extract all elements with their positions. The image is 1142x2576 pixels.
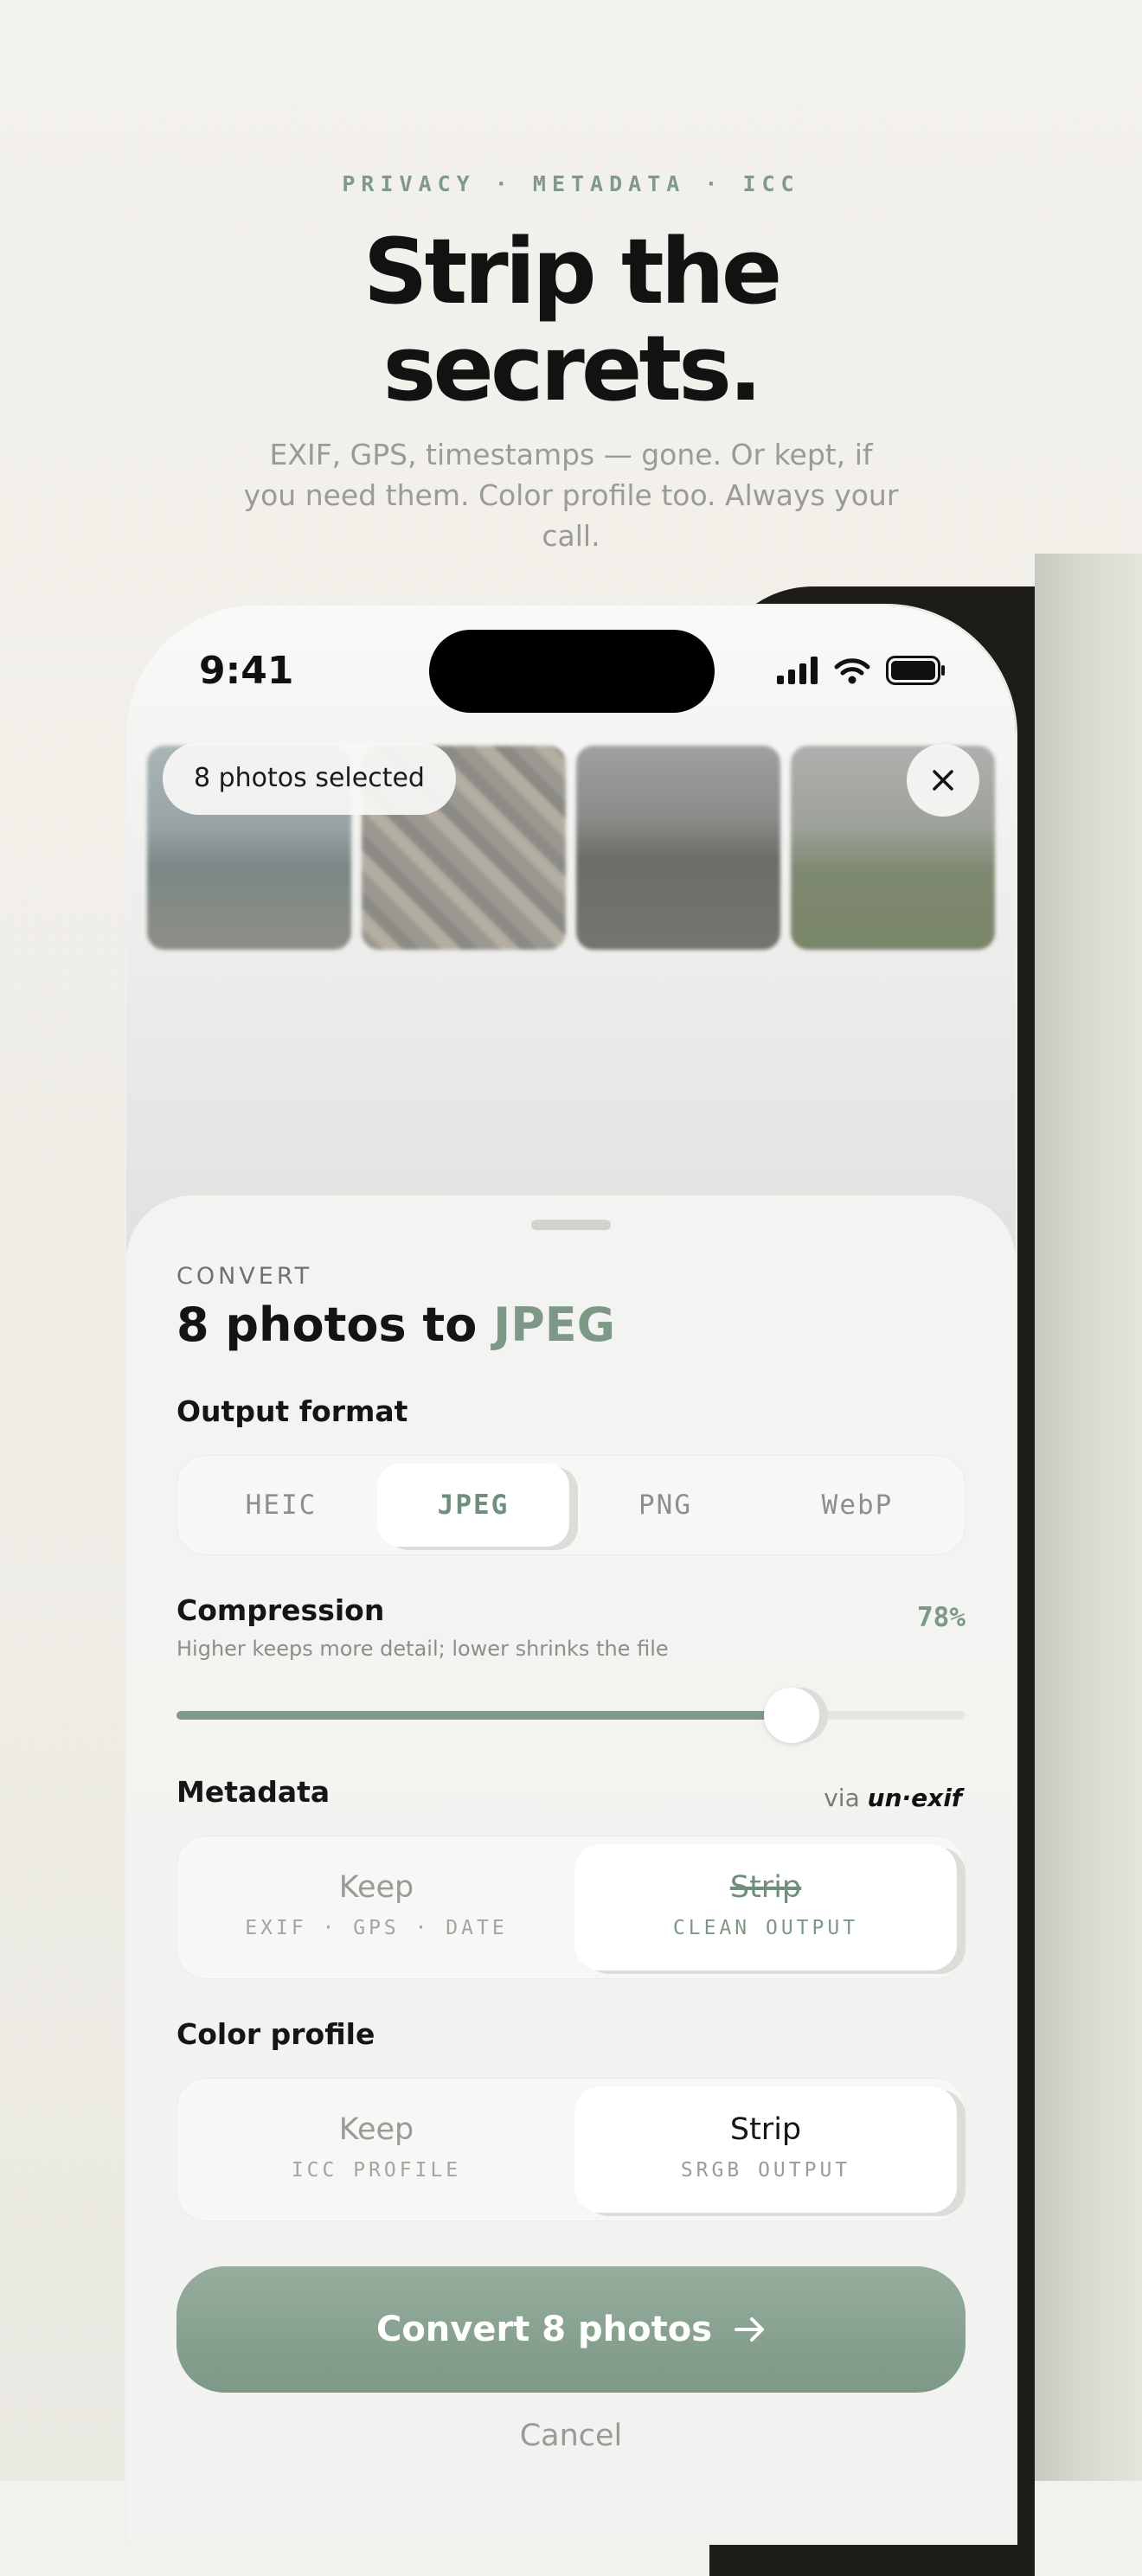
color-profile-keep-sub: ICC PROFILE (291, 2159, 462, 2182)
close-button[interactable] (907, 744, 979, 817)
color-profile-strip-label: Strip (729, 2112, 802, 2147)
metadata-segmented: Keep EXIF · GPS · DATE Strip CLEAN OUTPU… (176, 1836, 966, 1979)
output-format-label: Output format (176, 1394, 408, 1428)
convert-button[interactable]: Convert 8 photos (176, 2266, 966, 2393)
metadata-provider: via un·exif (824, 1784, 962, 1812)
metadata-keep-option[interactable]: Keep EXIF · GPS · DATE (185, 1844, 568, 1970)
color-profile-segmented: Keep ICC PROFILE Strip SRGB OUTPUT (176, 2078, 966, 2221)
photo-thumbnail[interactable] (576, 746, 780, 950)
compression-hint: Higher keeps more detail; lower shrinks … (176, 1637, 669, 1661)
convert-button-label: Convert 8 photos (375, 2310, 713, 2349)
arrow-right-icon (735, 2317, 765, 2342)
metadata-strip-sub: CLEAN OUTPUT (672, 1917, 859, 1939)
close-icon (933, 770, 953, 791)
convert-sheet: CONVERT 8 photos to JPEG Output format H… (126, 1195, 1016, 2543)
status-icons (777, 656, 946, 685)
selection-count-pill: 8 photos selected (163, 742, 456, 815)
sheet-grabber[interactable] (531, 1220, 611, 1230)
via-prefix: via (824, 1784, 860, 1812)
cancel-button[interactable]: Cancel (126, 2419, 1016, 2453)
signal-icon (777, 657, 818, 684)
color-profile-label: Color profile (176, 2017, 375, 2051)
metadata-keep-label: Keep (338, 1870, 414, 1905)
sheet-title-format: JPEG (493, 1298, 616, 1352)
promo-eyebrow: PRIVACY · METADATA · ICC (342, 171, 800, 196)
output-format-segmented: HEIC JPEG PNG WebP (176, 1455, 966, 1555)
sheet-title-prefix: 8 photos to (176, 1298, 494, 1352)
metadata-strip-label: Strip (729, 1870, 802, 1905)
color-profile-keep-option[interactable]: Keep ICC PROFILE (185, 2086, 568, 2213)
metadata-strip-option[interactable]: Strip CLEAN OUTPUT (574, 1844, 957, 1970)
headline-line-1: Strip the (362, 219, 782, 324)
promo-subtitle: EXIF, GPS, timestamps — gone. Or kept, i… (243, 438, 899, 553)
compression-slider[interactable] (176, 1688, 966, 1743)
metadata-label: Metadata (176, 1775, 330, 1809)
compression-label: Compression (176, 1593, 385, 1627)
promo-headline: Strip the secrets. (0, 223, 1142, 417)
format-option-jpeg[interactable]: JPEG (377, 1464, 569, 1547)
sheet-title: 8 photos to JPEG (176, 1298, 615, 1352)
sheet-eyebrow: CONVERT (176, 1263, 313, 1290)
metadata-keep-sub: EXIF · GPS · DATE (245, 1917, 508, 1939)
headline-line-2: secrets. (382, 316, 762, 421)
status-time: 9:41 (199, 649, 294, 693)
background-shadow (1035, 554, 1142, 2481)
compression-slider-thumb[interactable] (764, 1688, 819, 1743)
color-profile-strip-sub: SRGB OUTPUT (680, 2159, 851, 2182)
phone-frame: 9:41 8 photos selected CONVERT 8 photos … (126, 606, 1016, 2543)
battery-icon (886, 656, 945, 685)
format-option-webp[interactable]: WebP (761, 1464, 953, 1547)
unexif-brand: un·exif (867, 1784, 962, 1812)
compression-value: 78% (917, 1602, 966, 1633)
color-profile-keep-label: Keep (338, 2112, 414, 2147)
color-profile-strip-option[interactable]: Strip SRGB OUTPUT (574, 2086, 957, 2213)
format-option-heic[interactable]: HEIC (185, 1464, 377, 1547)
dynamic-island (429, 630, 715, 713)
format-option-png[interactable]: PNG (569, 1464, 761, 1547)
wifi-icon (834, 658, 870, 684)
compression-slider-fill (176, 1711, 792, 1720)
